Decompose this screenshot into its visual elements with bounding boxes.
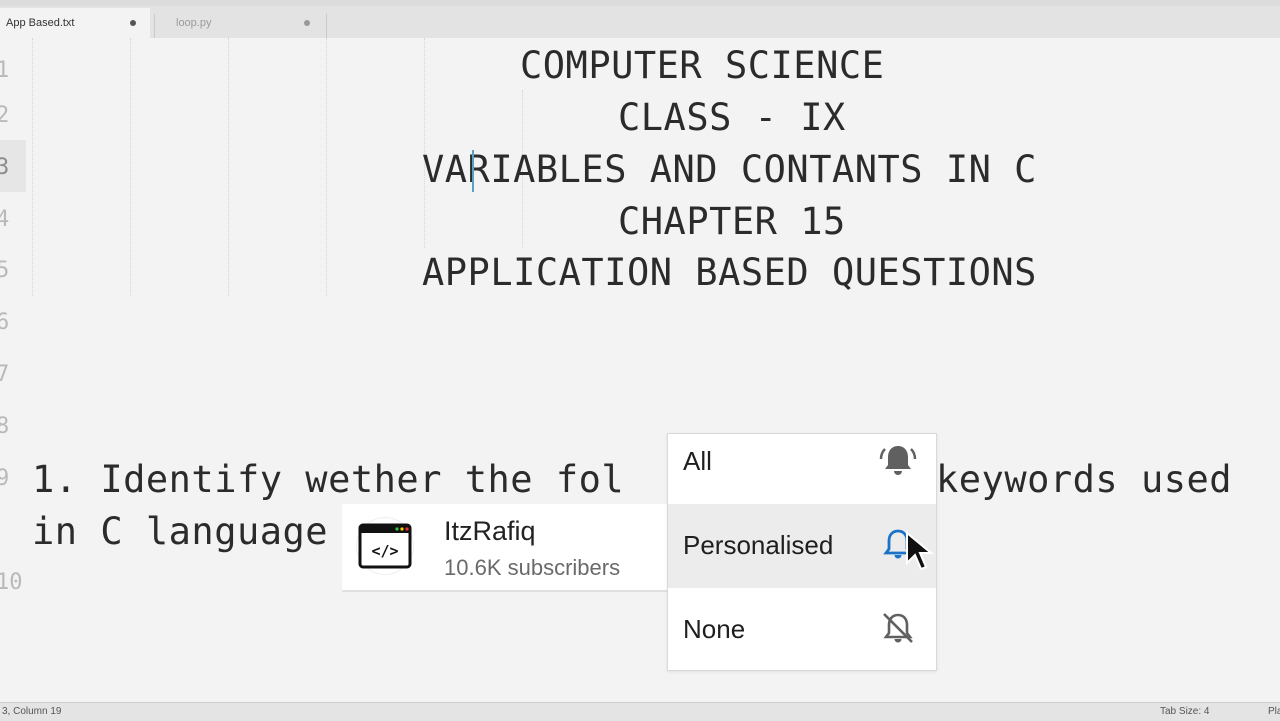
unsaved-dot-icon[interactable] xyxy=(304,20,310,26)
bell-ringing-icon xyxy=(879,446,917,475)
line-number: 9 xyxy=(0,466,10,491)
code-line-topic: VARIABLES AND CONTANTS IN C xyxy=(422,148,1037,191)
tab-size-selector[interactable]: Tab Size: 4 xyxy=(1160,706,1209,717)
notification-option-personalised[interactable]: Personalised xyxy=(668,504,936,588)
code-line-question: 1. Identify wether the fol xyxy=(32,458,625,501)
text-caret xyxy=(472,150,474,192)
indent-guide xyxy=(32,38,33,296)
line-number: 2 xyxy=(0,103,10,128)
indent-guide xyxy=(228,38,229,296)
tab-label: App Based.txt xyxy=(6,17,75,29)
cursor-position: 3, Column 19 xyxy=(2,706,62,717)
code-line-class: CLASS - IX xyxy=(618,96,846,139)
tab-divider xyxy=(154,14,155,40)
indent-guide xyxy=(326,38,327,296)
line-number: 10 xyxy=(0,570,23,595)
code-line-question-cont: keywords used xyxy=(936,458,1233,501)
tab-bar: App Based.txt loop.py xyxy=(0,6,1280,40)
code-line-question-2: in C language xyxy=(32,510,329,553)
status-bar: 3, Column 19 Tab Size: 4 Plain xyxy=(0,702,1280,721)
code-window-icon: </> xyxy=(358,523,412,569)
option-label: All xyxy=(683,446,712,476)
avatar-glyph: </> xyxy=(371,542,398,560)
subscriber-count: 10.6K subscribers xyxy=(444,555,621,580)
code-line-title: COMPUTER SCIENCE xyxy=(520,44,885,87)
line-number: 4 xyxy=(0,207,10,232)
bell-off-icon xyxy=(883,613,913,643)
syntax-selector[interactable]: Plain xyxy=(1268,706,1280,717)
line-number: 3 xyxy=(0,155,10,180)
indent-guide xyxy=(424,38,425,248)
code-line-chapter: CHAPTER 15 xyxy=(618,200,846,243)
notification-option-none[interactable]: None xyxy=(668,588,936,672)
tab-label: loop.py xyxy=(176,17,212,29)
avatar[interactable]: </> xyxy=(357,518,413,574)
option-label: None xyxy=(683,614,746,644)
notification-menu: All Personalised None xyxy=(667,433,937,671)
line-number: 7 xyxy=(0,362,10,387)
channel-card[interactable]: </> ItzRafiq 10.6K subscribers xyxy=(342,504,668,592)
channel-name[interactable]: ItzRafiq xyxy=(444,516,536,547)
line-number: 1 xyxy=(0,58,10,83)
unsaved-dot-icon[interactable] xyxy=(130,20,136,26)
option-label: Personalised xyxy=(683,530,834,560)
line-number: 8 xyxy=(0,414,10,439)
line-number: 5 xyxy=(0,258,10,283)
mouse-pointer-icon xyxy=(906,531,934,571)
indent-guide xyxy=(130,38,131,296)
tab-app-based[interactable]: App Based.txt xyxy=(0,8,150,38)
tab-divider xyxy=(326,14,327,40)
tab-loop-py[interactable]: loop.py xyxy=(158,8,324,38)
line-number: 6 xyxy=(0,310,10,335)
code-line-heading: APPLICATION BASED QUESTIONS xyxy=(422,251,1037,294)
